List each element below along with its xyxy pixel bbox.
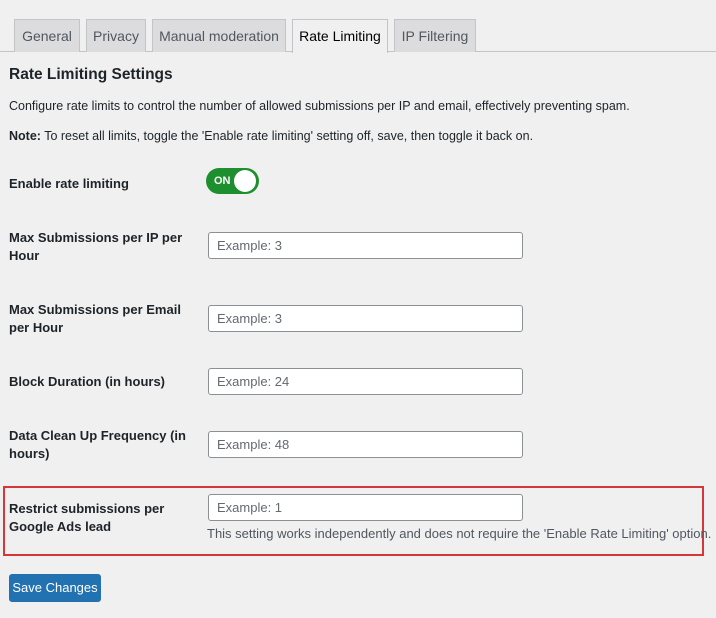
note-text: To reset all limits, toggle the 'Enable …: [40, 129, 534, 143]
tab-rate-limiting[interactable]: Rate Limiting: [292, 19, 388, 53]
cleanup-frequency-label: Data Clean Up Frequency (in hours): [9, 428, 186, 461]
toggle-state-text: ON: [214, 175, 231, 187]
settings-tabs: General Privacy Manual moderation Rate L…: [0, 0, 716, 53]
reset-note: Note: To reset all limits, toggle the 'E…: [9, 129, 533, 143]
section-title: Rate Limiting Settings: [9, 66, 173, 83]
max-email-label: Max Submissions per Email per Hour: [9, 302, 181, 335]
block-duration-label: Block Duration (in hours): [9, 374, 165, 389]
block-duration-input[interactable]: [208, 368, 523, 395]
tab-general[interactable]: General: [14, 19, 80, 52]
section-description: Configure rate limits to control the num…: [9, 99, 630, 113]
google-ads-label: Restrict submissions per Google Ads lead: [9, 501, 165, 534]
tab-privacy[interactable]: Privacy: [86, 19, 146, 52]
enable-rate-limiting-toggle[interactable]: ON: [206, 168, 259, 194]
tab-manual-moderation[interactable]: Manual moderation: [152, 19, 286, 52]
max-per-ip-input[interactable]: [208, 232, 523, 259]
note-prefix: Note:: [9, 129, 41, 143]
max-per-email-input[interactable]: [208, 305, 523, 332]
tab-ip-filtering[interactable]: IP Filtering: [394, 19, 476, 52]
enable-rate-limiting-label: Enable rate limiting: [9, 176, 129, 191]
toggle-knob: [234, 170, 256, 192]
google-ads-help-text: This setting works independently and doe…: [207, 526, 712, 541]
max-ip-label: Max Submissions per IP per Hour: [9, 230, 183, 263]
cleanup-frequency-input[interactable]: [208, 431, 523, 458]
google-ads-input[interactable]: [208, 494, 523, 521]
save-changes-button[interactable]: Save Changes: [9, 574, 101, 602]
